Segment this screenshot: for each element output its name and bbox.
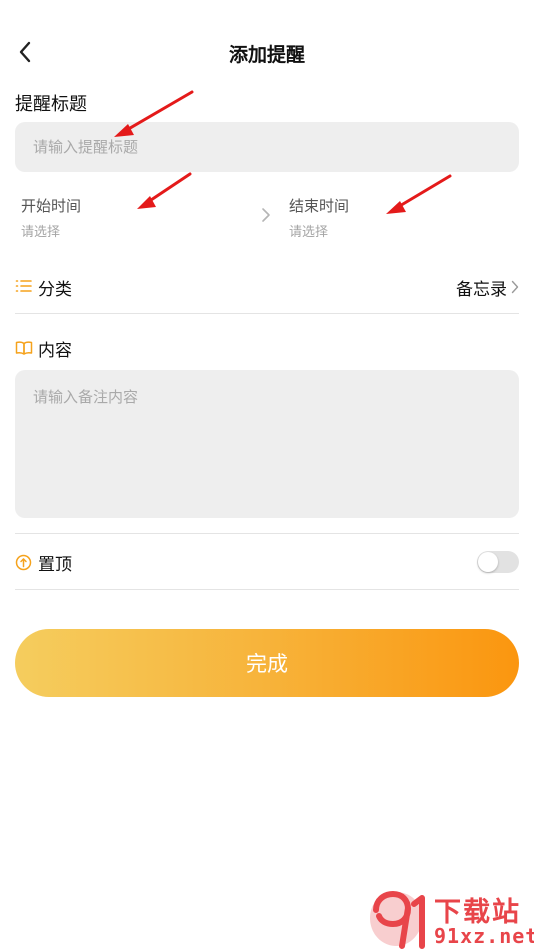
pin-row: 置顶: [15, 533, 519, 590]
chevron-right-icon: [262, 208, 270, 222]
category-row[interactable]: 分类 备忘录: [15, 266, 519, 314]
end-time-value: 请选择: [289, 225, 329, 240]
watermark-url: 91xz.net: [434, 924, 534, 948]
category-label: 分类: [38, 280, 72, 300]
page-title: 添加提醒: [228, 44, 305, 66]
pin-label: 置顶: [38, 555, 72, 575]
start-time-picker[interactable]: 开始时间 请选择: [21, 195, 251, 240]
content-textarea[interactable]: [15, 370, 519, 518]
reminder-title-label: 提醒标题: [15, 94, 87, 115]
pin-circle-icon: [15, 554, 32, 571]
done-button[interactable]: 完成: [15, 629, 519, 697]
end-time-label: 结束时间: [289, 197, 350, 215]
watermark: 下载站 91xz.net: [362, 888, 534, 950]
list-icon: [15, 280, 32, 292]
reminder-title-input[interactable]: [15, 122, 519, 172]
toggle-knob: [478, 552, 498, 572]
category-value: 备忘录: [456, 280, 507, 300]
watermark-logo-icon: [370, 890, 425, 949]
content-row: 内容: [15, 336, 519, 366]
header: 添加提醒: [0, 0, 534, 104]
start-time-label: 开始时间: [21, 197, 82, 215]
chevron-right-icon: [511, 280, 519, 294]
end-time-picker[interactable]: 结束时间 请选择: [289, 195, 519, 240]
pin-toggle[interactable]: [477, 551, 519, 573]
start-time-value: 请选择: [21, 225, 61, 240]
content-label: 内容: [38, 341, 72, 361]
book-icon: [15, 341, 33, 355]
